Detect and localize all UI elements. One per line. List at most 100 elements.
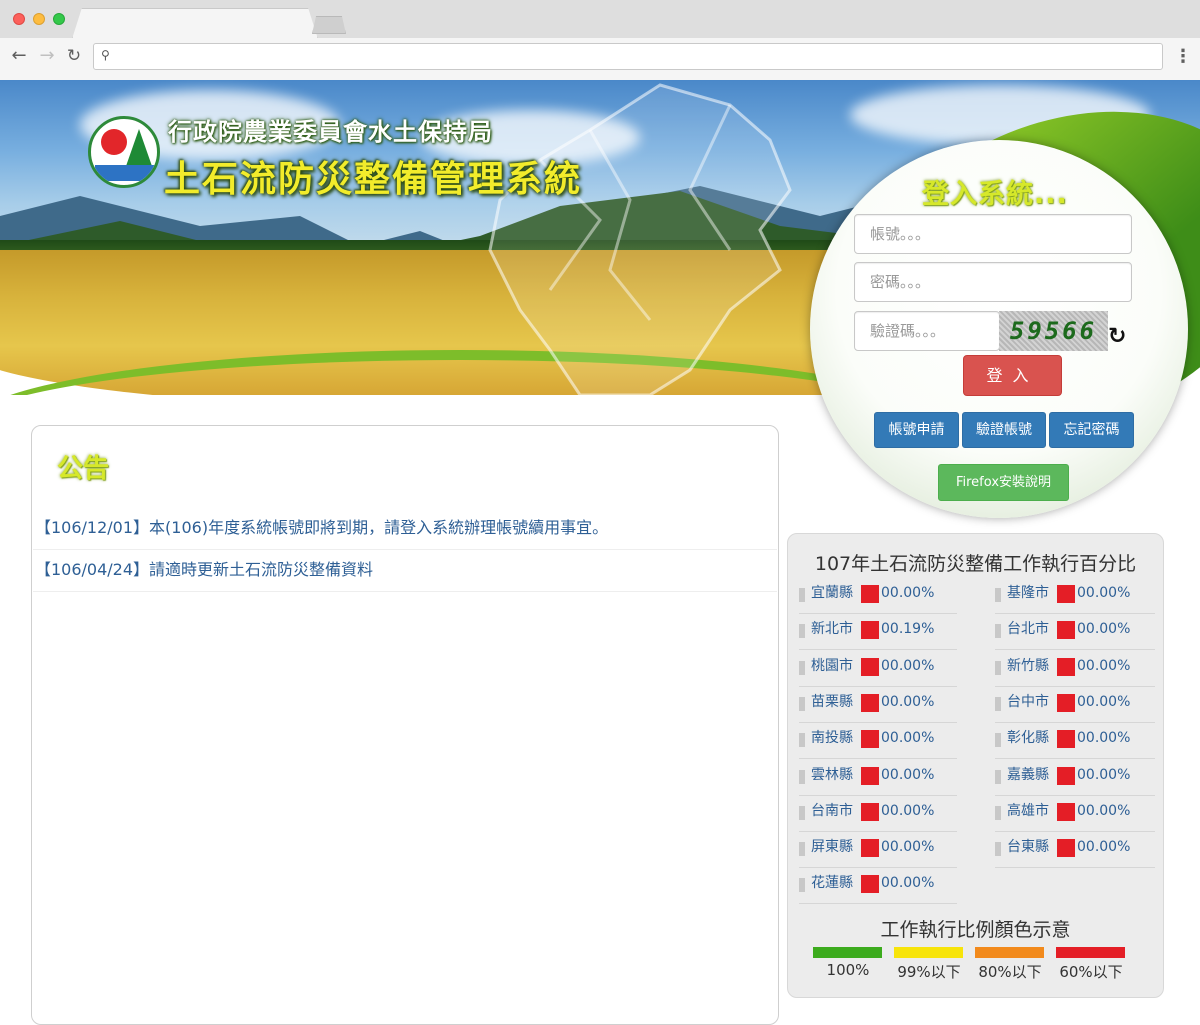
account-input[interactable]: 帳號。。。	[854, 214, 1132, 254]
reload-icon[interactable]: ↻	[64, 46, 84, 66]
taiwan-map-outline	[488, 83, 792, 395]
county-name[interactable]: 台東縣	[1007, 832, 1049, 862]
county-percentage[interactable]: 00.00%	[881, 796, 934, 826]
county-name[interactable]: 桃園市	[811, 651, 853, 681]
login-title: 登入系統...	[922, 179, 1068, 210]
county-percentage[interactable]: 00.00%	[1077, 796, 1130, 826]
county-stat-row: 嘉義縣 00.00%	[995, 760, 1155, 796]
address-bar[interactable]: ⚲	[93, 43, 1163, 70]
browser-tab[interactable]	[72, 8, 318, 39]
status-color-swatch	[861, 802, 879, 821]
row-marker	[995, 842, 1001, 857]
login-button[interactable]: 登入	[963, 355, 1062, 396]
refresh-captcha-icon[interactable]: ↻	[1108, 326, 1130, 348]
verify-account-button[interactable]: 驗證帳號	[962, 412, 1046, 448]
status-color-swatch	[1057, 730, 1075, 749]
county-stat-row: 台中市 00.00%	[995, 687, 1155, 723]
row-marker	[799, 588, 805, 602]
close-window-icon[interactable]	[13, 13, 25, 25]
county-stat-row: 高雄市 00.00%	[995, 796, 1155, 832]
status-color-swatch	[1057, 657, 1075, 676]
county-percentage[interactable]: 00.00%	[1077, 651, 1130, 681]
forward-arrow-icon[interactable]: →	[37, 46, 57, 66]
county-name[interactable]: 雲林縣	[811, 760, 853, 790]
county-stat-row: 雲林縣 00.00%	[799, 760, 957, 796]
county-name[interactable]: 新竹縣	[1007, 651, 1049, 681]
county-percentage[interactable]: 00.00%	[881, 832, 934, 862]
county-percentage[interactable]: 00.00%	[1077, 832, 1130, 862]
county-percentage[interactable]: 00.00%	[1077, 760, 1130, 790]
county-name[interactable]: 台南市	[811, 796, 853, 826]
county-percentage[interactable]: 00.00%	[881, 868, 934, 898]
password-input[interactable]: 密碼。。。	[854, 262, 1132, 302]
county-name[interactable]: 台中市	[1007, 687, 1049, 717]
legend-label: 60%以下	[1059, 963, 1123, 981]
forgot-password-button[interactable]: 忘記密碼	[1049, 412, 1134, 448]
status-color-swatch	[861, 766, 879, 785]
county-percentage[interactable]: 00.00%	[881, 651, 934, 681]
county-name[interactable]: 彰化縣	[1007, 723, 1049, 753]
county-percentage[interactable]: 00.00%	[881, 760, 934, 790]
legend-color-bar	[975, 947, 1044, 958]
row-marker	[995, 805, 1001, 820]
county-stat-row: 苗栗縣 00.00%	[799, 687, 957, 723]
status-color-swatch	[861, 621, 879, 640]
back-arrow-icon[interactable]: ←	[9, 46, 29, 66]
county-name[interactable]: 高雄市	[1007, 796, 1049, 826]
row-marker	[799, 842, 805, 857]
tab-strip	[0, 0, 1200, 39]
county-name[interactable]: 基隆市	[1007, 578, 1049, 608]
new-tab-button[interactable]	[312, 16, 346, 34]
county-name[interactable]: 新北市	[811, 614, 853, 644]
legend-title: 工作執行比例顏色示意	[880, 919, 1071, 941]
county-percentage[interactable]: 00.00%	[1077, 687, 1130, 717]
maximize-window-icon[interactable]	[53, 13, 65, 25]
legend-color-bar	[1056, 947, 1125, 958]
agency-logo	[88, 116, 160, 188]
status-color-swatch	[1057, 621, 1075, 640]
county-percentage[interactable]: 00.00%	[881, 723, 934, 753]
legend-label: 80%以下	[978, 963, 1042, 981]
row-marker	[799, 805, 805, 820]
county-name[interactable]: 花蓮縣	[811, 868, 853, 898]
county-percentage[interactable]: 00.00%	[1077, 614, 1130, 644]
county-name[interactable]: 嘉義縣	[1007, 760, 1049, 790]
legend-color-bar	[813, 947, 882, 958]
row-marker	[799, 878, 805, 893]
county-name[interactable]: 台北市	[1007, 614, 1049, 644]
county-percentage[interactable]: 00.00%	[1077, 578, 1130, 608]
county-name[interactable]: 南投縣	[811, 723, 853, 753]
county-percentage[interactable]: 00.19%	[881, 614, 934, 644]
announcement-link[interactable]: 【106/04/24】請適時更新土石流防災整備資料	[33, 550, 777, 592]
county-stat-row: 桃園市 00.00%	[799, 651, 957, 687]
county-name[interactable]: 屏東縣	[811, 832, 853, 862]
county-name[interactable]: 苗栗縣	[811, 687, 853, 717]
captcha-input[interactable]: 驗證碼。。。	[854, 311, 1000, 351]
status-color-swatch	[861, 693, 879, 712]
announcement-link[interactable]: 【106/12/01】本(106)年度系統帳號即將到期，請登入系統辦理帳號續用事…	[33, 508, 777, 550]
status-color-swatch	[861, 730, 879, 749]
county-percentage[interactable]: 00.00%	[881, 578, 934, 608]
row-marker	[995, 660, 1001, 675]
row-marker	[995, 733, 1001, 748]
firefox-install-guide-button[interactable]: Firefox安裝說明	[938, 464, 1069, 501]
status-color-swatch	[1057, 766, 1075, 785]
legend-label: 100%	[826, 961, 870, 979]
stats-title: 107年土石流防災整備工作執行百分比	[814, 553, 1137, 575]
status-color-swatch	[1057, 585, 1075, 603]
browser-menu-icon[interactable]: ⋮	[1174, 45, 1192, 69]
county-percentage[interactable]: 00.00%	[881, 687, 934, 717]
row-marker	[799, 769, 805, 784]
county-stat-row: 新竹縣 00.00%	[995, 651, 1155, 687]
county-name[interactable]: 宜蘭縣	[811, 578, 853, 608]
county-percentage[interactable]: 00.00%	[1077, 723, 1130, 753]
status-color-swatch	[1057, 839, 1075, 858]
row-marker	[995, 696, 1001, 711]
minimize-window-icon[interactable]	[33, 13, 45, 25]
apply-account-button[interactable]: 帳號申請	[874, 412, 959, 448]
system-title: 土石流防災整備管理系統	[164, 159, 583, 200]
status-color-swatch	[1057, 802, 1075, 821]
county-stat-row: 宜蘭縣 00.00%	[799, 578, 957, 614]
legend-label: 99%以下	[897, 963, 961, 981]
county-stat-row: 台南市 00.00%	[799, 796, 957, 832]
